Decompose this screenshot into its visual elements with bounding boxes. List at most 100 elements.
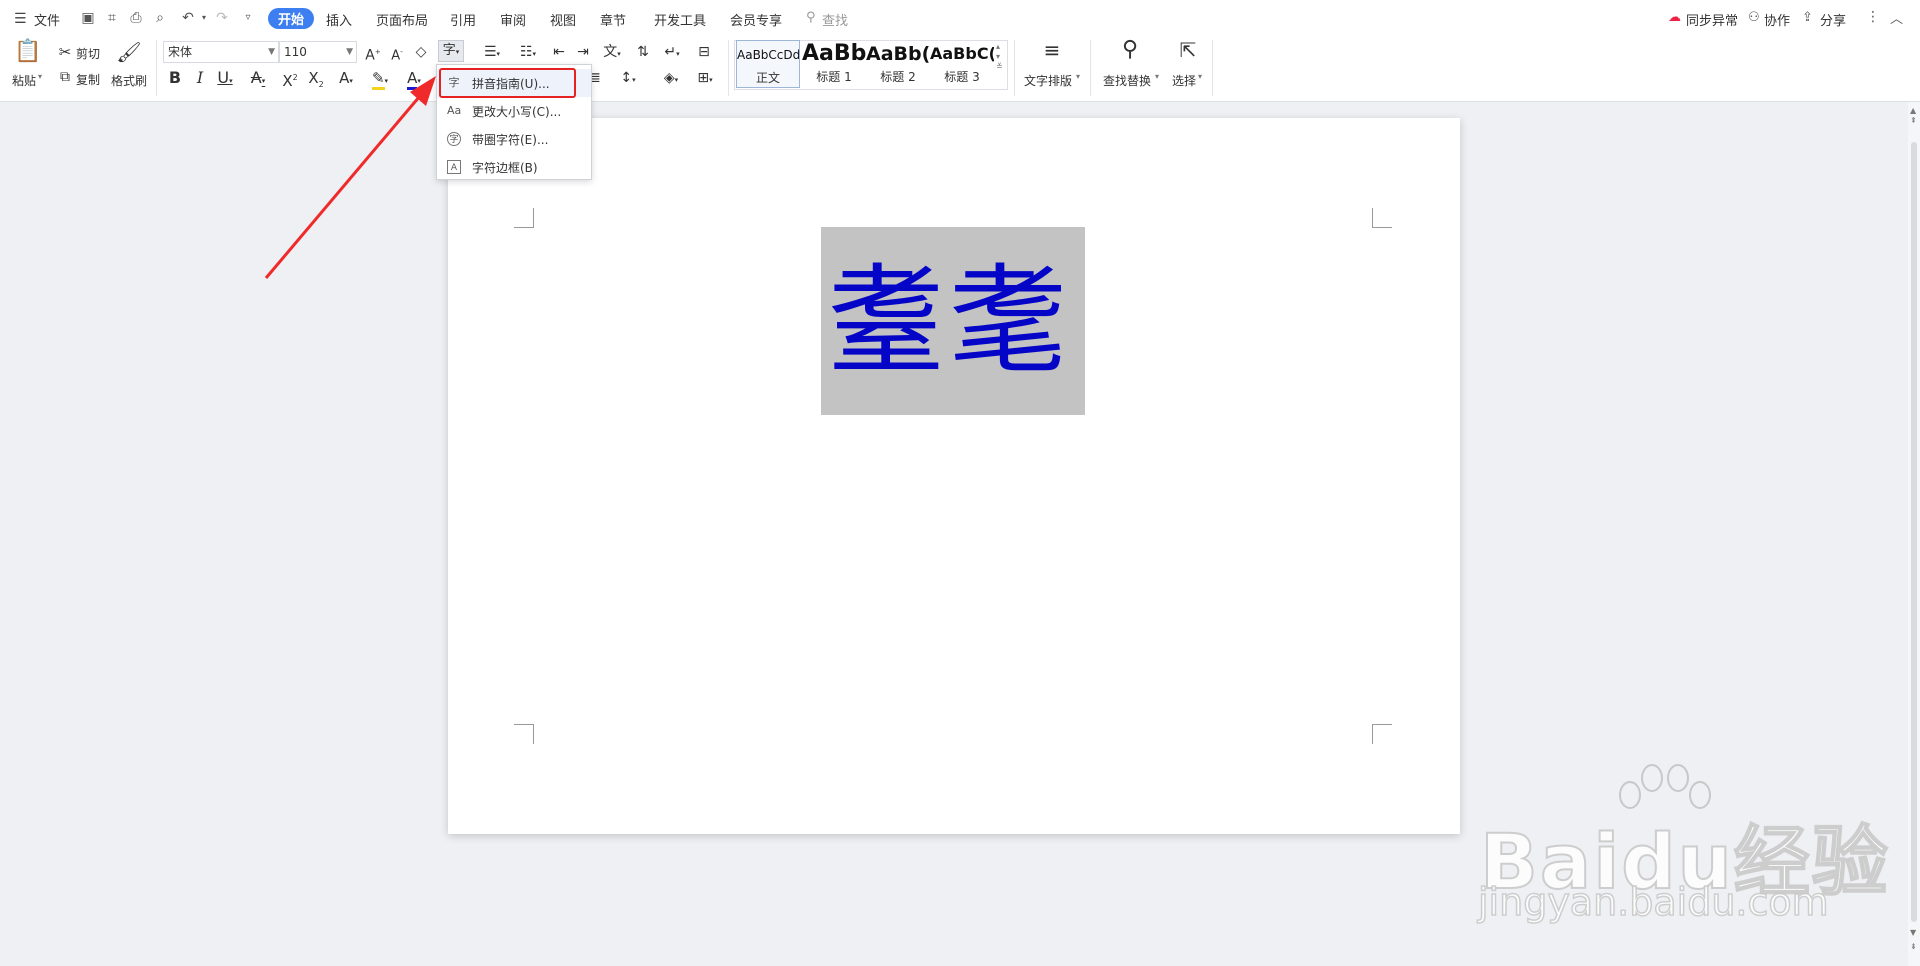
hamburger-icon[interactable]: ☰ — [14, 11, 27, 27]
increase-indent-icon[interactable]: ⇥ — [574, 42, 592, 62]
vertical-scrollbar[interactable]: ▲ ⇞ ▼ ⇟ — [1908, 102, 1920, 966]
print-preview-icon[interactable]: ⌕ — [152, 10, 168, 26]
cursor-icon[interactable]: ⇱ — [1176, 40, 1200, 60]
print-icon[interactable]: ⎙ — [128, 10, 144, 26]
menu-bar: ☰ 文件 ▣ ⌗ ⎙ ⌕ ↶ ▾ ↷ ▿ 开始 插入 页面布局 引用 审阅 视图… — [0, 0, 1920, 36]
cut-button[interactable]: 剪切 — [76, 45, 100, 62]
format-painter-button[interactable]: 格式刷 — [111, 72, 147, 89]
undo-dropdown-icon[interactable]: ▾ — [196, 10, 212, 26]
text-layout-icon[interactable]: ≡ — [1038, 40, 1066, 60]
menu-item-label: 字符边框(B) — [472, 161, 538, 175]
next-page-icon[interactable]: ⇟ — [1910, 942, 1917, 951]
undo-icon[interactable]: ↶ — [180, 10, 196, 26]
style-normal[interactable]: AaBbCcDd 正文 — [736, 40, 800, 88]
tab-insert[interactable]: 插入 — [326, 10, 352, 29]
collab-button[interactable]: 协作 — [1764, 10, 1790, 29]
select-button[interactable]: 选择 — [1172, 72, 1196, 89]
more-icon[interactable]: ⋮ — [1866, 9, 1880, 25]
tab-references[interactable]: 引用 — [450, 10, 476, 29]
styles-scroll-icon[interactable]: ▴ ▾ ≚ — [996, 42, 1003, 72]
scroll-thumb[interactable] — [1911, 142, 1917, 922]
prev-page-icon[interactable]: ⇞ — [1910, 116, 1917, 125]
text-layout-button[interactable]: 文字排版 — [1024, 72, 1072, 89]
menu-item-enclose-char[interactable]: 字 带圈字符(E)... — [437, 125, 591, 153]
tab-view[interactable]: 视图 — [550, 10, 576, 29]
clear-format-icon[interactable]: ◇ — [412, 42, 430, 62]
annotation-highlight-box — [439, 68, 576, 98]
baidu-watermark: Baidu经验 jingyan.baidu.com — [1470, 760, 1890, 930]
search-icon[interactable]: ⚲ — [806, 10, 816, 25]
style-heading-3-label: 标题 3 — [944, 70, 980, 84]
format-painter-qa-icon[interactable]: ⌗ — [104, 10, 120, 26]
sort-icon[interactable]: ⇅ — [634, 42, 652, 62]
chevron-down-icon: ▼ — [268, 47, 275, 57]
italic-icon[interactable]: I — [192, 68, 208, 88]
menu-item-char-border[interactable]: A 字符边框(B) — [437, 153, 591, 181]
menu-item-change-case[interactable]: Aa 更改大小写(C)... — [437, 97, 591, 125]
copy-button[interactable]: 复制 — [76, 71, 100, 88]
chevron-down-icon: ▾ — [1198, 72, 1203, 81]
magnifier-icon[interactable]: ⚲ — [1116, 39, 1144, 61]
tab-page-layout[interactable]: 页面布局 — [376, 10, 428, 29]
search-box[interactable]: 查找 — [822, 10, 848, 29]
copy-icon[interactable]: ⧉ — [56, 67, 74, 87]
style-heading-2-sample: AaBb( — [866, 43, 930, 65]
line-spacing-icon[interactable]: ↕▾ — [614, 68, 642, 90]
underline-icon[interactable]: U▾ — [214, 68, 236, 91]
tab-developer[interactable]: 开发工具 — [654, 10, 706, 29]
margin-corner-tl — [514, 208, 534, 228]
chevron-down-icon: ▼ — [346, 47, 353, 57]
bullet-list-icon[interactable]: ☰▾ — [480, 42, 504, 64]
menu-item-label: 更改大小写(C)... — [472, 105, 562, 119]
table-tool-icon[interactable]: ⊟ — [694, 42, 714, 62]
bold-icon[interactable]: B — [166, 68, 184, 88]
file-menu[interactable]: 文件 — [34, 10, 60, 29]
style-heading-1-label: 标题 1 — [816, 70, 852, 84]
share-button[interactable]: 分享 — [1820, 10, 1846, 29]
style-heading-2[interactable]: AaBb( 标题 2 — [866, 40, 930, 88]
find-replace-button[interactable]: 查找替换 — [1103, 72, 1151, 89]
document-text[interactable]: 耋耄 — [827, 233, 1085, 409]
collab-icon: ⚇ — [1748, 10, 1760, 25]
scissors-icon[interactable]: ✂ — [56, 42, 74, 62]
tab-review[interactable]: 审阅 — [500, 10, 526, 29]
tab-chapter[interactable]: 章节 — [600, 10, 626, 29]
change-case-icon: Aa — [447, 104, 462, 117]
paste-icon[interactable]: 📋 — [14, 41, 41, 68]
paste-button[interactable]: 粘贴 — [12, 72, 36, 89]
paste-dropdown-icon[interactable]: ▾ — [38, 72, 42, 81]
annotation-arrow — [264, 76, 436, 279]
margin-corner-bl — [514, 724, 534, 744]
chinese-layout-icon[interactable]: 文▾ — [600, 42, 624, 64]
redo-icon[interactable]: ↷ — [214, 10, 230, 26]
customize-qa-icon[interactable]: ▿ — [240, 10, 256, 26]
document-page[interactable] — [448, 118, 1460, 834]
save-icon[interactable]: ▣ — [80, 10, 96, 26]
highlighted-text-block[interactable]: 耋耄 — [821, 227, 1085, 415]
style-heading-3-sample: AaBbC( — [930, 44, 994, 63]
border-icon[interactable]: ⊞▾ — [692, 68, 718, 90]
collapse-ribbon-icon[interactable]: ︿ — [1890, 8, 1903, 27]
numbered-list-icon[interactable]: ☷▾ — [516, 42, 540, 64]
share-icon: ⇪ — [1802, 10, 1813, 25]
sync-status[interactable]: 同步异常 — [1686, 10, 1738, 29]
pinyin-guide-button[interactable]: 字▾ — [438, 40, 464, 62]
font-name-value: 宋体 — [168, 45, 193, 59]
shading-icon[interactable]: ◈▾ — [658, 68, 684, 90]
scroll-down-icon[interactable]: ▼ — [1910, 928, 1916, 937]
show-marks-icon[interactable]: ↵▾ — [660, 42, 684, 64]
watermark-url: jingyan.baidu.com — [1477, 879, 1829, 925]
tab-start[interactable]: 开始 — [268, 8, 315, 29]
menu-item-label: 带圈字符(E)... — [472, 133, 549, 147]
cloud-sync-icon: ☁ — [1668, 10, 1681, 25]
font-size-value: 110 — [284, 45, 307, 59]
style-heading-3[interactable]: AaBbC( 标题 3 — [930, 40, 994, 88]
chevron-down-icon: ▾ — [1155, 72, 1160, 81]
tab-member[interactable]: 会员专享 — [730, 10, 782, 29]
decrease-indent-icon[interactable]: ⇤ — [550, 42, 568, 62]
scroll-up-icon[interactable]: ▲ — [1910, 106, 1916, 115]
chevron-down-icon: ▾ — [1076, 72, 1081, 81]
brush-icon[interactable]: 🖌 — [116, 42, 142, 62]
margin-corner-br — [1372, 724, 1392, 744]
style-heading-1[interactable]: AaBb 标题 1 — [802, 40, 866, 88]
